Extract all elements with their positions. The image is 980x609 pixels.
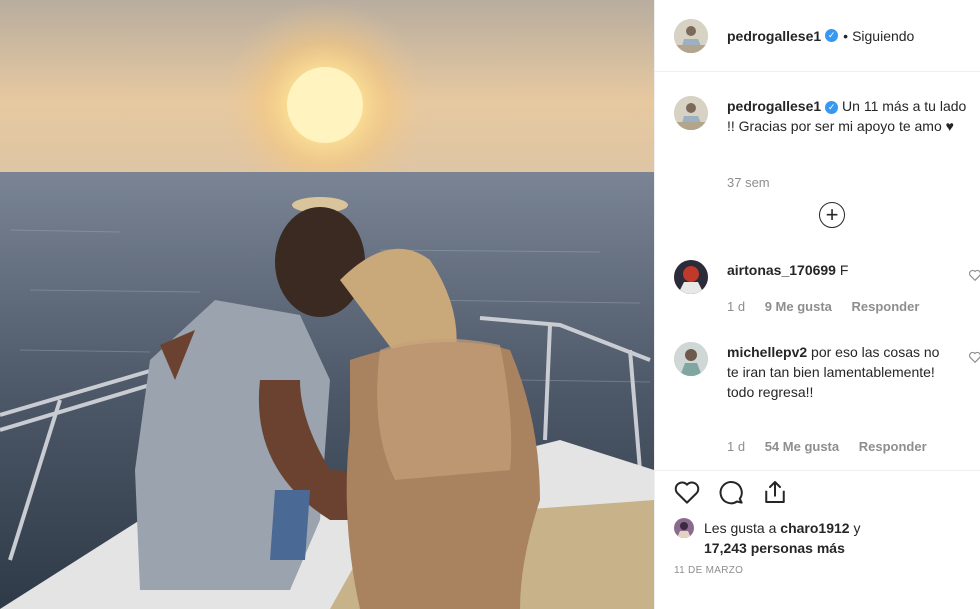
commenter-avatar[interactable] (674, 260, 708, 294)
post-header: pedrogallese1 ✓ • Siguiendo (655, 0, 980, 72)
verified-badge-icon: ✓ (825, 29, 839, 42)
comment-likes[interactable]: 54 Me gusta (765, 439, 839, 454)
author-username[interactable]: pedrogallese1 (727, 28, 821, 44)
post-side-panel: pedrogallese1 ✓ • Siguiendo pedrogallese… (654, 0, 980, 609)
caption-timestamp[interactable]: 37 sem (727, 175, 770, 190)
likes-summary: Les gusta a charo1912 y 17,243 personas … (674, 518, 904, 558)
liker-username[interactable]: charo1912 (780, 520, 849, 536)
comment-icon[interactable] (716, 477, 746, 507)
comment-username[interactable]: michellepv2 (727, 344, 807, 360)
likes-suffix[interactable]: personas más (751, 540, 845, 556)
comment-time[interactable]: 1 d (727, 439, 745, 454)
comment-item: michellepv2 por eso las cosas no te iran… (674, 342, 980, 454)
caption-username[interactable]: pedrogallese1 (727, 98, 821, 114)
like-comment-heart-icon[interactable] (968, 268, 980, 282)
following-button[interactable]: Siguiendo (852, 28, 914, 44)
liker-avatar[interactable] (674, 518, 694, 538)
heart-icon[interactable] (672, 477, 702, 507)
author-avatar[interactable] (674, 18, 708, 53)
reply-button[interactable]: Responder (852, 299, 920, 314)
post-date[interactable]: 11 DE MARZO (674, 565, 743, 576)
likes-prefix: Les gusta a (704, 520, 777, 536)
post-photo[interactable] (0, 0, 654, 609)
like-comment-heart-icon[interactable] (968, 350, 980, 364)
action-icons (672, 477, 790, 507)
comment-item: airtonas_170699 F 1 d 9 Me gusta Respond… (674, 260, 980, 314)
comment-time[interactable]: 1 d (727, 299, 745, 314)
plus-circle-icon[interactable]: + (819, 202, 845, 228)
comment-text: F (839, 262, 849, 278)
comment-actions: 1 d 9 Me gusta Responder (727, 299, 935, 314)
caption-author-avatar[interactable] (674, 96, 708, 130)
verified-badge-icon: ✓ (825, 101, 839, 114)
commenter-avatar[interactable] (674, 342, 708, 376)
likes-count[interactable]: 17,243 (704, 540, 747, 556)
post-caption: pedrogallese1 ✓ Un 11 más a tu lado !! Gr… (674, 96, 974, 136)
reply-button[interactable]: Responder (859, 439, 927, 454)
comment-actions: 1 d 54 Me gusta Responder (727, 439, 943, 454)
comment-likes[interactable]: 9 Me gusta (765, 299, 832, 314)
separator-dot: • (843, 27, 849, 44)
sunset-boat-photo (0, 0, 654, 609)
post-action-bar: Les gusta a charo1912 y 17,243 personas … (655, 470, 980, 609)
comments-list[interactable]: pedrogallese1 ✓ Un 11 más a tu lado !! Gr… (655, 72, 980, 470)
likes-connector: y (853, 520, 861, 536)
comment-username[interactable]: airtonas_170699 (727, 262, 836, 278)
share-icon[interactable] (760, 477, 790, 507)
